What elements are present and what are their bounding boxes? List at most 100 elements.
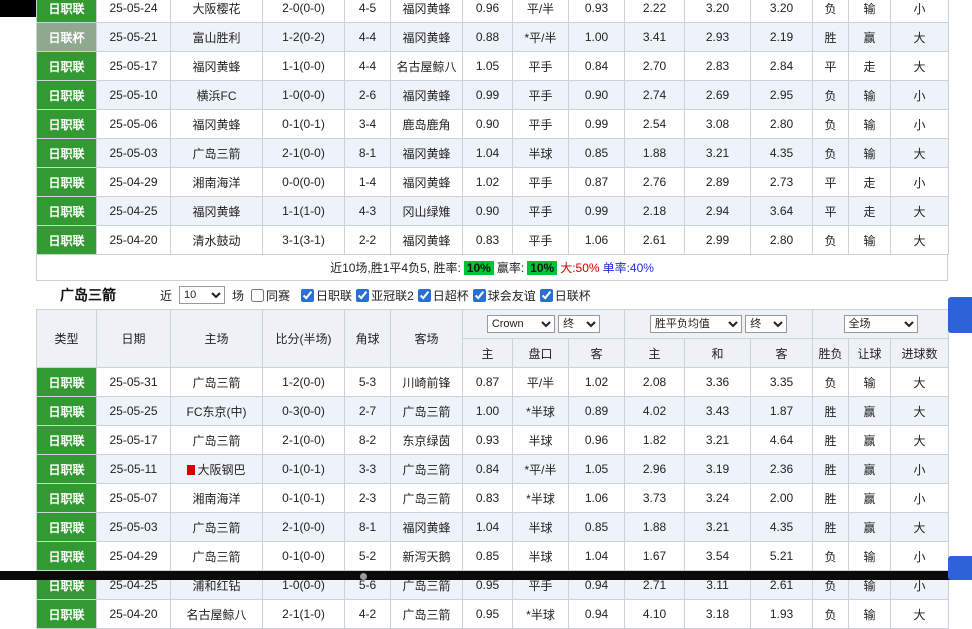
match-score[interactable]: 2-1(0-0) xyxy=(263,513,345,542)
away-team[interactable]: 广岛三箭 xyxy=(391,600,463,629)
match-row: 日职联25-05-31广岛三箭1-2(0-0)5-3川崎前锋0.87平/半1.0… xyxy=(37,368,949,397)
home-team[interactable]: 湘南海洋 xyxy=(171,484,263,513)
home-team[interactable]: 广岛三箭 xyxy=(171,542,263,571)
home-team[interactable]: 横浜FC xyxy=(171,81,263,110)
floating-widget-top[interactable] xyxy=(948,297,972,333)
match-score[interactable]: 0-1(0-1) xyxy=(263,455,345,484)
home-team[interactable]: 大阪钢巴 xyxy=(171,455,263,484)
euro-odds-group: 胜平负均值 终 xyxy=(625,310,813,339)
home-team[interactable]: 清水鼓动 xyxy=(171,226,263,255)
bookmaker-select[interactable]: Crown xyxy=(487,315,555,333)
goals-total: 小 xyxy=(891,484,949,513)
match-score[interactable]: 0-3(0-0) xyxy=(263,397,345,426)
away-team[interactable]: 冈山绿雉 xyxy=(391,197,463,226)
league-filter-checkbox[interactable]: 日超杯 xyxy=(418,287,469,304)
result: 平 xyxy=(813,52,849,81)
col-euro-draw: 和 xyxy=(685,339,751,368)
away-team[interactable]: 福冈黄蜂 xyxy=(391,513,463,542)
match-score[interactable]: 0-1(0-1) xyxy=(263,484,345,513)
recent-count-select[interactable]: 10 xyxy=(179,286,225,304)
match-score[interactable]: 2-1(0-0) xyxy=(263,426,345,455)
match-score[interactable]: 1-1(0-0) xyxy=(263,52,345,81)
asia-away-odds: 0.94 xyxy=(569,600,625,629)
league-filter-checkbox[interactable]: 日职联 xyxy=(301,287,352,304)
result: 负 xyxy=(813,110,849,139)
goals-total: 大 xyxy=(891,226,949,255)
asia-final-select[interactable]: 终 xyxy=(558,315,600,333)
match-score[interactable]: 1-1(1-0) xyxy=(263,197,345,226)
same-host-checkbox-input[interactable] xyxy=(251,289,264,302)
filter-controls: 近 10 场 同赛 日职联亚冠联2日超杯球会友谊日联杯 xyxy=(160,286,595,304)
scope-select[interactable]: 全场 xyxy=(844,315,918,333)
league-filter-checkbox-input[interactable] xyxy=(540,289,553,302)
hiroshima-recent-matches-table: 类型 日期 主场 比分(半场) 角球 客场 Crown 终 胜平负均值 终 全场 xyxy=(36,309,949,629)
home-team[interactable]: 广岛三箭 xyxy=(171,368,263,397)
away-team[interactable]: 福冈黄蜂 xyxy=(391,168,463,197)
away-team[interactable]: 广岛三箭 xyxy=(391,397,463,426)
floating-widget-bottom[interactable] xyxy=(948,556,972,580)
league-filter-checkbox[interactable]: 球会友谊 xyxy=(473,287,536,304)
same-host-checkbox[interactable]: 同赛 xyxy=(251,287,290,304)
home-team[interactable]: 广岛三箭 xyxy=(171,139,263,168)
home-team[interactable]: 湘南海洋 xyxy=(171,168,263,197)
match-score[interactable]: 0-0(0-0) xyxy=(263,168,345,197)
match-score[interactable]: 1-0(0-0) xyxy=(263,81,345,110)
asia-away-odds: 1.05 xyxy=(569,455,625,484)
euro-avg-select[interactable]: 胜平负均值 xyxy=(650,315,742,333)
overlay-fragment xyxy=(0,0,36,17)
away-team[interactable]: 福冈黄蜂 xyxy=(391,0,463,23)
match-score[interactable]: 2-1(0-0) xyxy=(263,139,345,168)
match-score[interactable]: 2-0(0-0) xyxy=(263,0,345,23)
away-team[interactable]: 名古屋鲸八 xyxy=(391,52,463,81)
home-team[interactable]: 福冈黄蜂 xyxy=(171,197,263,226)
home-team[interactable]: 富山胜利 xyxy=(171,23,263,52)
away-team[interactable]: 东京绿茵 xyxy=(391,426,463,455)
euro-away-odds: 2.73 xyxy=(751,168,813,197)
taskbar-strip xyxy=(0,571,972,580)
asia-home-odds: 0.83 xyxy=(463,226,513,255)
corners: 2-6 xyxy=(345,81,391,110)
home-team[interactable]: FC东京(中) xyxy=(171,397,263,426)
away-team[interactable]: 新泻天鹅 xyxy=(391,542,463,571)
home-team[interactable]: 大阪樱花 xyxy=(171,0,263,23)
away-team[interactable]: 福冈黄蜂 xyxy=(391,226,463,255)
col-date: 日期 xyxy=(97,310,171,368)
league-filter-checkbox-input[interactable] xyxy=(356,289,369,302)
match-score[interactable]: 0-1(0-0) xyxy=(263,542,345,571)
league-badge: 日职联 xyxy=(37,484,96,512)
match-score[interactable]: 0-1(0-1) xyxy=(263,110,345,139)
match-date: 25-05-11 xyxy=(97,455,171,484)
home-team[interactable]: 福冈黄蜂 xyxy=(171,110,263,139)
asia-home-odds: 1.00 xyxy=(463,397,513,426)
home-team[interactable]: 名古屋鲸八 xyxy=(171,600,263,629)
home-team[interactable]: 广岛三箭 xyxy=(171,426,263,455)
match-score[interactable]: 3-1(3-1) xyxy=(263,226,345,255)
home-team[interactable]: 福冈黄蜂 xyxy=(171,52,263,81)
asia-away-odds: 0.87 xyxy=(569,168,625,197)
league-filter-checkbox-input[interactable] xyxy=(418,289,431,302)
handicap-result: 输 xyxy=(849,368,891,397)
euro-final-select[interactable]: 终 xyxy=(745,315,787,333)
away-team[interactable]: 广岛三箭 xyxy=(391,455,463,484)
euro-home-odds: 3.73 xyxy=(625,484,685,513)
away-team[interactable]: 福冈黄蜂 xyxy=(391,81,463,110)
asia-away-odds: 0.90 xyxy=(569,81,625,110)
asia-handicap: 平/半 xyxy=(513,368,569,397)
league-cell: 日职联 xyxy=(37,484,97,513)
league-filter-checkbox-input[interactable] xyxy=(473,289,486,302)
match-score[interactable]: 1-2(0-2) xyxy=(263,23,345,52)
league-filter-checkbox[interactable]: 亚冠联2 xyxy=(356,287,414,304)
asia-home-odds: 0.96 xyxy=(463,0,513,23)
match-row: 日职联25-05-10横浜FC1-0(0-0)2-6福冈黄蜂0.99平手0.90… xyxy=(37,81,949,110)
league-filter-checkbox[interactable]: 日联杯 xyxy=(540,287,591,304)
away-team[interactable]: 川崎前锋 xyxy=(391,368,463,397)
home-team[interactable]: 广岛三箭 xyxy=(171,513,263,542)
match-score[interactable]: 1-2(0-0) xyxy=(263,368,345,397)
away-team[interactable]: 福冈黄蜂 xyxy=(391,139,463,168)
asia-away-odds: 0.93 xyxy=(569,0,625,23)
away-team[interactable]: 鹿岛鹿角 xyxy=(391,110,463,139)
match-score[interactable]: 2-1(1-0) xyxy=(263,600,345,629)
away-team[interactable]: 广岛三箭 xyxy=(391,484,463,513)
league-filter-checkbox-input[interactable] xyxy=(301,289,314,302)
away-team[interactable]: 福冈黄蜂 xyxy=(391,23,463,52)
